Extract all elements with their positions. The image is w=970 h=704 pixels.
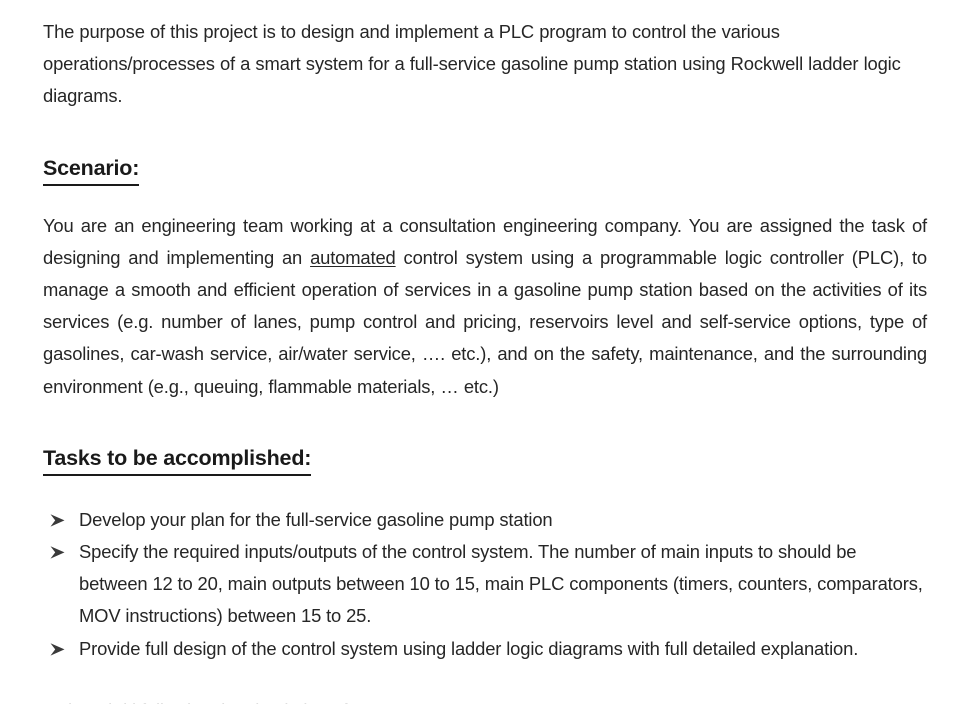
arrowhead-bullet-icon bbox=[49, 504, 71, 536]
document-page: The purpose of this project is to design… bbox=[0, 0, 970, 704]
clipped-next-line: In the a l d l following the simulation … bbox=[43, 695, 927, 704]
scenario-paragraph: You are an engineering team working at a… bbox=[43, 210, 927, 403]
scenario-heading: Scenario: bbox=[43, 153, 927, 186]
list-item: Provide full design of the control syste… bbox=[43, 633, 927, 665]
tasks-list: Develop your plan for the full-service g… bbox=[43, 504, 927, 665]
list-item-text: Specify the required inputs/outputs of t… bbox=[79, 541, 923, 627]
list-item: Specify the required inputs/outputs of t… bbox=[43, 536, 927, 633]
tasks-heading-text: Tasks to be accomplished: bbox=[43, 443, 311, 476]
list-item-text: Provide full design of the control syste… bbox=[79, 637, 859, 659]
list-item: Develop your plan for the full-service g… bbox=[43, 504, 927, 536]
scenario-emphasis-automated: automated bbox=[310, 246, 396, 268]
scenario-heading-text: Scenario: bbox=[43, 153, 139, 186]
document-content: The purpose of this project is to design… bbox=[43, 0, 927, 665]
scenario-text-part-2: control system using a programmable logi… bbox=[43, 246, 927, 397]
list-item-text: Develop your plan for the full-service g… bbox=[79, 508, 553, 530]
tasks-heading: Tasks to be accomplished: bbox=[43, 443, 927, 476]
arrowhead-bullet-icon bbox=[49, 633, 71, 665]
arrowhead-bullet-icon bbox=[49, 536, 71, 568]
intro-paragraph: The purpose of this project is to design… bbox=[43, 21, 901, 107]
